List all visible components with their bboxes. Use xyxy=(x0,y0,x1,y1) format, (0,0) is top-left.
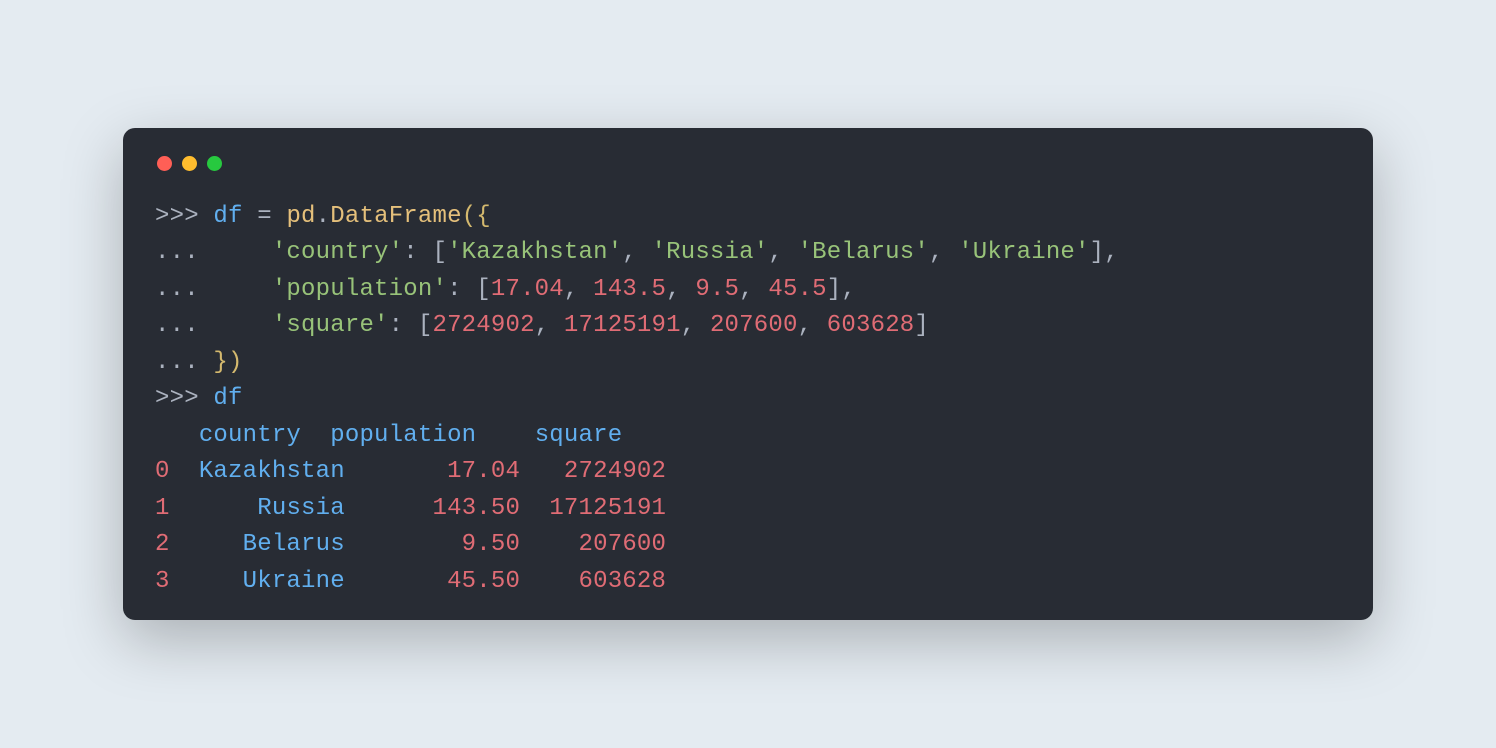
num-143-5: 143.5 xyxy=(593,276,666,303)
str-kazakhstan: 'Kazakhstan' xyxy=(447,239,622,266)
num-2724902: 2724902 xyxy=(432,312,534,339)
output-row-0: 0 Kazakhstan 17.04 2724902 xyxy=(155,458,666,485)
pad xyxy=(345,568,447,595)
dict-key-country: 'country' xyxy=(272,239,403,266)
assign-op: = xyxy=(243,203,287,230)
pad xyxy=(155,422,199,449)
num-45-5: 45.5 xyxy=(768,276,826,303)
pad xyxy=(345,531,462,558)
close-brace-paren: }) xyxy=(213,349,242,376)
code-line-2: ... 'country': ['Kazakhstan', 'Russia', … xyxy=(155,239,1119,266)
comma: , xyxy=(564,276,593,303)
cell-square: 207600 xyxy=(579,531,667,558)
pad xyxy=(520,568,578,595)
pad xyxy=(520,531,578,558)
variable-df: df xyxy=(213,203,242,230)
comma: , xyxy=(768,239,797,266)
cell-country: Belarus xyxy=(243,531,345,558)
cell-country: Kazakhstan xyxy=(199,458,345,485)
row-index: 3 xyxy=(155,568,170,595)
cell-square: 17125191 xyxy=(549,495,666,522)
pad xyxy=(170,568,243,595)
repl-prompt: >>> xyxy=(155,385,213,412)
cell-country: Russia xyxy=(257,495,345,522)
colon-bracket: : [ xyxy=(403,239,447,266)
output-row-2: 2 Belarus 9.50 207600 xyxy=(155,531,666,558)
maximize-window-button[interactable] xyxy=(207,156,222,171)
num-603628: 603628 xyxy=(827,312,915,339)
num-9-5: 9.5 xyxy=(695,276,739,303)
close-bracket: ] xyxy=(914,312,929,339)
close-window-button[interactable] xyxy=(157,156,172,171)
cell-square: 2724902 xyxy=(564,458,666,485)
row-index: 2 xyxy=(155,531,170,558)
col-square: square xyxy=(535,422,623,449)
repl-continuation: ... xyxy=(155,239,272,266)
code-line-3: ... 'population': [17.04, 143.5, 9.5, 45… xyxy=(155,276,856,303)
minimize-window-button[interactable] xyxy=(182,156,197,171)
code-line-4: ... 'square': [2724902, 17125191, 207600… xyxy=(155,312,929,339)
colon-bracket: : [ xyxy=(389,312,433,339)
code-line-1: >>> df = pd.DataFrame({ xyxy=(155,203,491,230)
code-block: >>> df = pd.DataFrame({ ... 'country': [… xyxy=(155,199,1341,600)
cell-square: 603628 xyxy=(579,568,667,595)
variable-df: df xyxy=(213,385,242,412)
code-line-6: >>> df xyxy=(155,385,243,412)
close-bracket-comma: ], xyxy=(827,276,856,303)
pad xyxy=(170,531,243,558)
dict-key-square: 'square' xyxy=(272,312,389,339)
output-row-1: 1 Russia 143.50 17125191 xyxy=(155,495,666,522)
pad xyxy=(476,422,534,449)
comma: , xyxy=(681,312,710,339)
module-pd: pd xyxy=(286,203,315,230)
close-bracket-comma: ], xyxy=(1090,239,1119,266)
col-country: country xyxy=(199,422,301,449)
cell-population: 143.50 xyxy=(432,495,520,522)
repl-prompt: >>> xyxy=(155,203,213,230)
comma: , xyxy=(929,239,958,266)
dict-key-population: 'population' xyxy=(272,276,447,303)
str-belarus: 'Belarus' xyxy=(798,239,929,266)
fn-dataframe: DataFrame xyxy=(330,203,461,230)
comma: , xyxy=(622,239,651,266)
pad xyxy=(301,422,330,449)
row-index: 1 xyxy=(155,495,170,522)
comma: , xyxy=(798,312,827,339)
colon-bracket: : [ xyxy=(447,276,491,303)
pad xyxy=(170,495,258,522)
cell-country: Ukraine xyxy=(243,568,345,595)
pad xyxy=(520,458,564,485)
code-line-5: ... }) xyxy=(155,349,243,376)
repl-continuation: ... xyxy=(155,349,213,376)
pad xyxy=(345,458,447,485)
pad xyxy=(170,458,199,485)
num-17125191: 17125191 xyxy=(564,312,681,339)
cell-population: 9.50 xyxy=(462,531,520,558)
comma: , xyxy=(739,276,768,303)
traffic-lights xyxy=(155,156,1341,171)
row-index: 0 xyxy=(155,458,170,485)
str-russia: 'Russia' xyxy=(652,239,769,266)
dot: . xyxy=(316,203,331,230)
repl-continuation: ... xyxy=(155,312,272,339)
col-population: population xyxy=(330,422,476,449)
repl-continuation: ... xyxy=(155,276,272,303)
str-ukraine: 'Ukraine' xyxy=(958,239,1089,266)
output-row-3: 3 Ukraine 45.50 603628 xyxy=(155,568,666,595)
num-17-04: 17.04 xyxy=(491,276,564,303)
cell-population: 45.50 xyxy=(447,568,520,595)
terminal-window: >>> df = pd.DataFrame({ ... 'country': [… xyxy=(123,128,1373,620)
open-paren-brace: ({ xyxy=(462,203,491,230)
comma: , xyxy=(666,276,695,303)
pad xyxy=(520,495,549,522)
cell-population: 17.04 xyxy=(447,458,520,485)
comma: , xyxy=(535,312,564,339)
num-207600: 207600 xyxy=(710,312,798,339)
output-header: country population square xyxy=(155,422,622,449)
pad xyxy=(345,495,433,522)
